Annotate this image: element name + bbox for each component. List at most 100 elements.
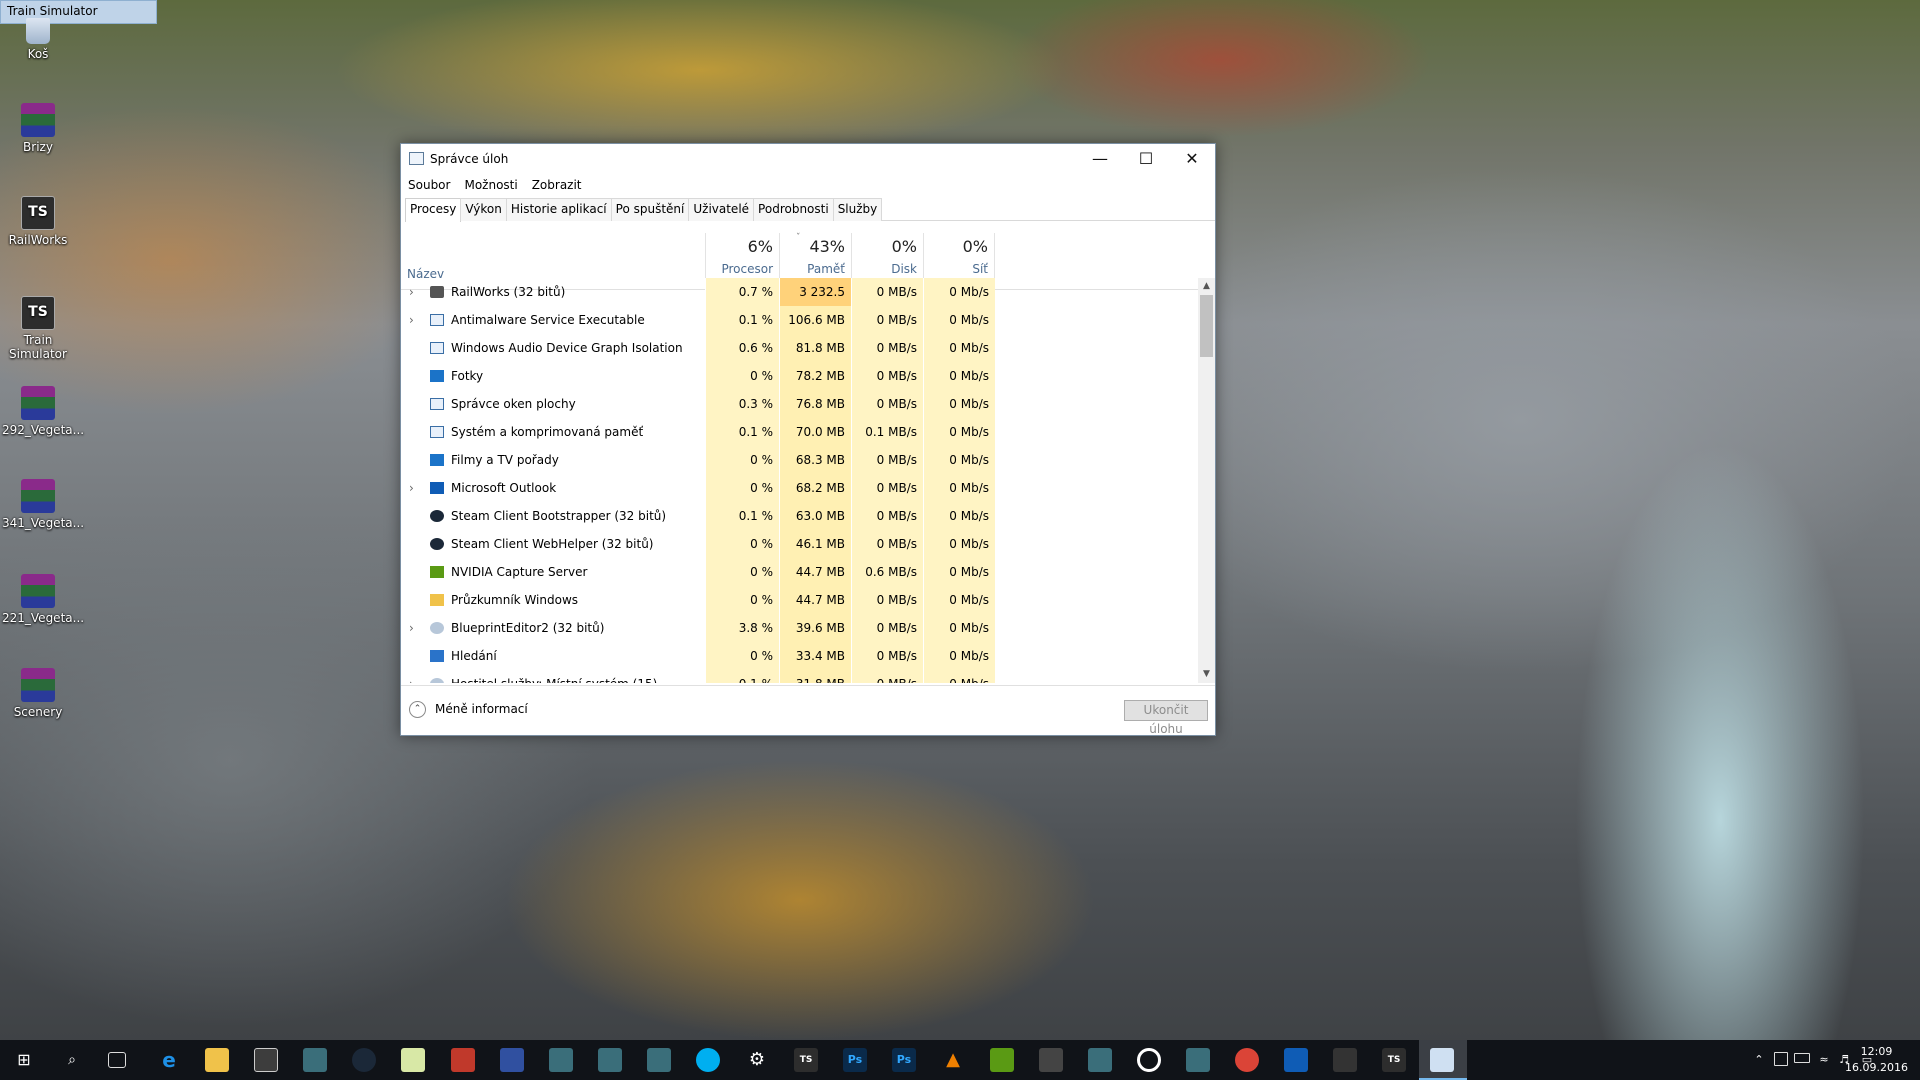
desktop-icon[interactable]: TS RailWorks [2,196,74,247]
task-view-icon[interactable] [108,1052,126,1068]
app-icon[interactable] [1088,1048,1112,1072]
tab-processes[interactable]: Procesy [405,198,462,222]
table-row[interactable]: Systém a komprimovaná paměť 0.1 % 70.0 MB 0… [401,418,1201,446]
vlc-icon[interactable]: ▲ [941,1048,965,1072]
desktop-icon[interactable]: 341_Vegeta... [2,479,84,530]
tab-performance[interactable]: Výkon [460,198,507,221]
app-icon[interactable] [598,1048,622,1072]
tab-app-history[interactable]: Historie aplikací [505,198,612,221]
maximize-button[interactable]: ☐ [1123,144,1169,174]
tablet-icon[interactable] [1774,1052,1788,1066]
chevron-right-icon[interactable]: › [409,474,414,502]
desktop-icon[interactable]: Koš [2,18,74,61]
battery-icon[interactable] [1794,1053,1810,1063]
service-window-icon [430,398,444,410]
app-icon[interactable] [1186,1048,1210,1072]
store-icon[interactable] [254,1048,278,1072]
scroll-up-icon[interactable]: ▲ [1198,278,1215,295]
scroll-thumb[interactable] [1200,295,1213,357]
desktop-icon[interactable]: Brizy [2,103,74,154]
chevron-up-icon[interactable]: ⌃ [409,701,426,718]
scroll-down-icon[interactable]: ▼ [1198,666,1215,683]
start-icon[interactable]: ⊞ [12,1048,36,1072]
outlook-icon[interactable] [1284,1048,1308,1072]
table-row[interactable]: Windows Audio Device Graph Isolation 0.6 … [401,334,1201,362]
fewer-details-link[interactable]: Méně informací [435,702,528,716]
table-row[interactable]: Správce oken plochy 0.3 % 76.8 MB 0 MB/s 0 M… [401,390,1201,418]
train-simulator-icon: TS [21,296,55,330]
nvidia-icon[interactable] [990,1048,1014,1072]
desktop-icon[interactable]: 221_Vegeta... [2,574,84,625]
chevron-right-icon[interactable]: › [409,614,414,642]
tab-details[interactable]: Podrobnosti [753,198,834,221]
train-simulator-icon[interactable]: TS [794,1048,818,1072]
tab-services[interactable]: Služby [832,198,883,221]
photoshop-icon[interactable]: Ps [892,1048,916,1072]
clock-time: 12:09 [1860,1045,1893,1058]
chevron-up-icon[interactable]: ⌃ [1752,1050,1766,1074]
vertical-scrollbar[interactable]: ▲ ▼ [1198,278,1215,683]
end-task-button[interactable]: Ukončit úlohu [1124,700,1208,736]
desktop-icon-label: Scenery [13,705,63,719]
chrome-icon[interactable] [1235,1048,1259,1072]
table-row[interactable]: › Hostitel služby: Místní systém (15) 0.1 … [401,670,1201,683]
tab-startup[interactable]: Po spuštění [610,198,690,221]
skype-icon[interactable] [696,1048,720,1072]
table-row[interactable]: Steam Client WebHelper (32 bitů) 0 % 46.1 … [401,530,1201,558]
title-bar[interactable]: Správce úloh — ☐ ✕ [401,144,1215,174]
table-row[interactable]: › BlueprintEditor2 (32 bitů) 3.8 % 39.6 MB 0… [401,614,1201,642]
cpu-cell: 0.1 % [705,418,779,446]
folder-icon [430,594,444,606]
menu-file[interactable]: Soubor [408,178,450,192]
app-icon[interactable] [647,1048,671,1072]
table-row[interactable]: › RailWorks (32 bitů) 0.7 %3 232.5 MB0 MB/… [401,278,1201,327]
minimize-button[interactable]: — [1077,144,1123,174]
chevron-right-icon[interactable]: › [409,670,414,683]
groove-icon[interactable] [1137,1048,1161,1072]
wifi-icon[interactable]: ≈ [1816,1048,1832,1072]
app-icon[interactable] [549,1048,573,1072]
close-button[interactable]: ✕ [1169,144,1215,174]
train-simulator-icon[interactable]: TS [1382,1048,1406,1072]
process-name: Hostitel služby: Místní systém (15) [451,670,657,683]
disk-cell: 0 MB/s [851,278,923,306]
task-manager-window[interactable]: Správce úloh — ☐ ✕ Soubor Možnosti Zobra… [400,143,1216,736]
memory-cell: 44.7 MB [779,586,851,614]
chevron-right-icon[interactable]: › [409,278,414,306]
desktop-icon-label: 292_Vegeta... [2,423,85,437]
table-row[interactable]: › Microsoft Outlook 0 % 68.2 MB 0 MB/s 0 Mb/s [401,474,1201,502]
table-row[interactable]: Filmy a TV pořady 0 % 68.3 MB 0 MB/s 0 Mb/s [401,446,1201,474]
movie-icon[interactable] [1333,1048,1357,1072]
menu-view[interactable]: Zobrazit [532,178,582,192]
edge-icon[interactable]: e [157,1048,181,1072]
calculator-icon[interactable] [1039,1048,1063,1072]
memory-cell: 68.3 MB [779,446,851,474]
desktop-icon[interactable]: 292_Vegeta... [2,386,85,437]
notepad-icon[interactable] [401,1048,425,1072]
file-explorer-icon[interactable] [205,1048,229,1072]
cpu-cell: 0 % [705,586,779,614]
desktop-icon[interactable]: Scenery [2,668,74,719]
search-icon[interactable]: ⌕ [60,1048,84,1072]
table-row[interactable]: NVIDIA Capture Server 0 % 44.7 MB 0.6 MB/s 0… [401,558,1201,586]
settings-icon[interactable]: ⚙ [745,1048,769,1072]
save-icon[interactable] [500,1048,524,1072]
railworks-icon [430,286,444,298]
filezilla-icon[interactable] [451,1048,475,1072]
table-row[interactable]: Fotky 0 % 78.2 MB 0 MB/s 0 Mb/s [401,362,1201,390]
disk-cell: 0 MB/s [851,530,923,558]
app-icon[interactable] [303,1048,327,1072]
clock[interactable]: 12:09 16.09.2016 [1845,1044,1908,1076]
winrar-archive-icon [21,574,55,608]
table-row[interactable]: Průzkumník Windows 0 % 44.7 MB 0 MB/s 0 Mb/s [401,586,1201,614]
task-manager-icon[interactable] [1430,1048,1454,1072]
photoshop-icon[interactable]: Ps [843,1048,867,1072]
table-row[interactable]: Steam Client Bootstrapper (32 bitů) 0.1 %… [401,502,1201,530]
menu-options[interactable]: Možnosti [464,178,517,192]
desktop-icon[interactable]: TS Train Simulator [2,296,74,361]
table-row[interactable]: Hledání 0 % 33.4 MB 0 MB/s 0 Mb/s [401,642,1201,670]
tab-users[interactable]: Uživatelé [688,198,755,221]
table-row[interactable]: › Antimalware Service Executable 0.1 % 106.… [401,306,1201,334]
chevron-right-icon[interactable]: › [409,306,414,334]
steam-icon[interactable] [352,1048,376,1072]
